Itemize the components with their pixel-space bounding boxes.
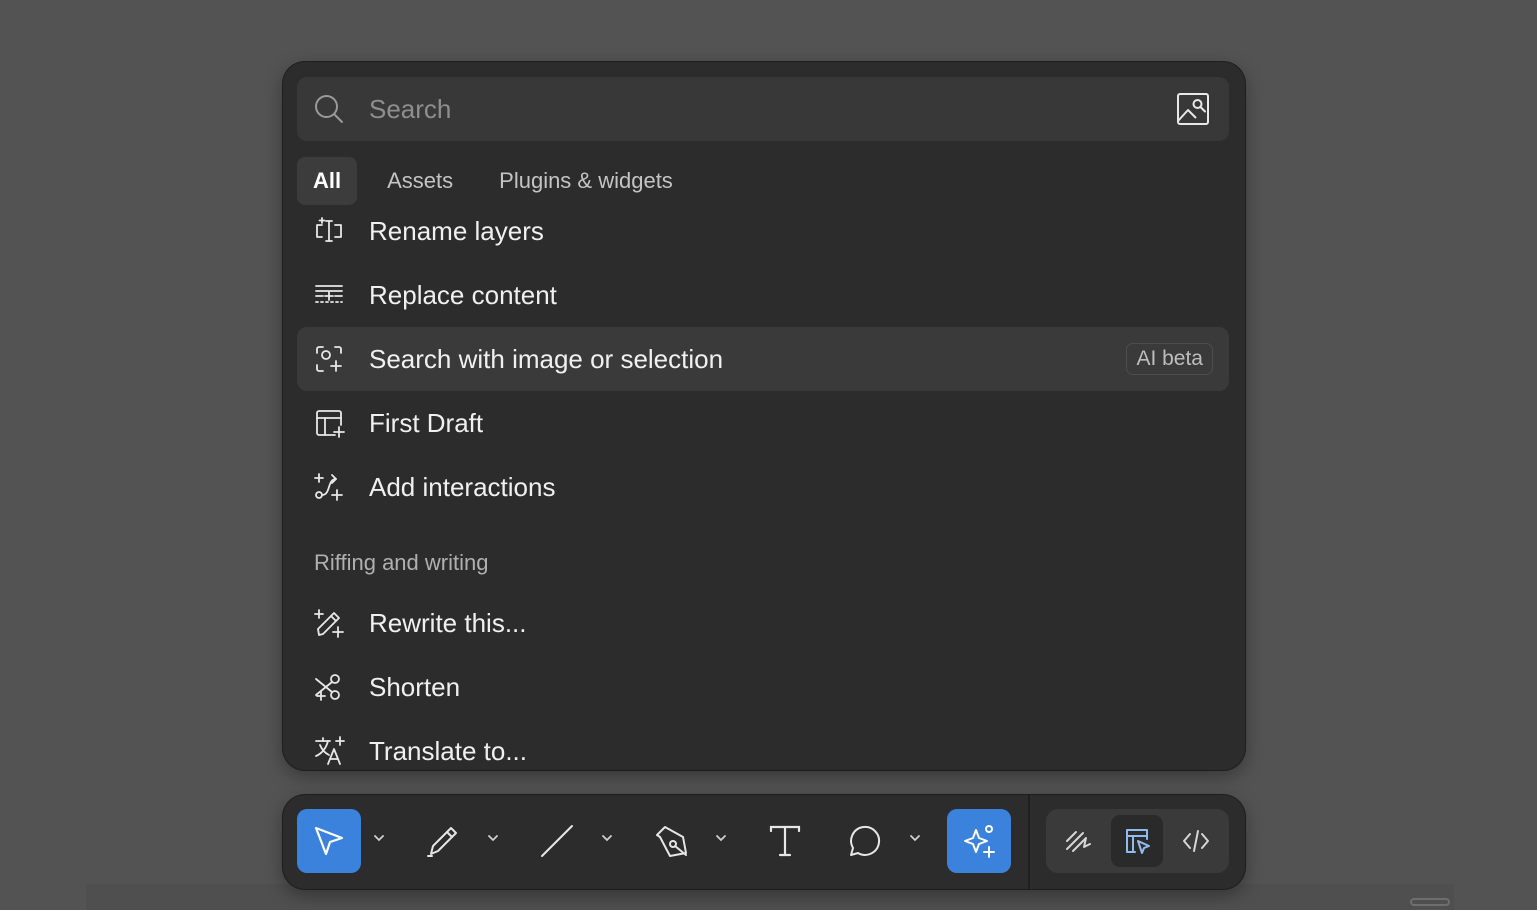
action-label: Search with image or selection <box>369 344 724 374</box>
line-icon <box>541 825 573 857</box>
action-label: Translate to... <box>369 736 527 766</box>
chevron-down-icon <box>602 835 612 842</box>
rewrite-wand-icon <box>314 609 344 638</box>
mode-switcher <box>1046 809 1229 873</box>
pencil-icon <box>427 827 457 857</box>
pencil-tool-button[interactable] <box>411 809 475 873</box>
ai-actions-button[interactable] <box>947 809 1011 873</box>
dev-mode-button[interactable] <box>1170 815 1222 867</box>
action-rename-layers[interactable]: Rename layers <box>297 199 1229 263</box>
replace-content-icon <box>315 285 343 303</box>
visual-search-icon <box>316 346 342 372</box>
image-search-icon[interactable] <box>1175 91 1211 127</box>
action-replace-content[interactable]: Replace content <box>297 263 1229 327</box>
interactions-icon <box>314 473 343 501</box>
comment-tool-chevron[interactable] <box>908 831 922 845</box>
ai-beta-badge: AI beta <box>1126 343 1213 375</box>
tab-assets[interactable]: Assets <box>371 157 469 205</box>
line-tool-button[interactable] <box>525 809 589 873</box>
move-tool-button[interactable] <box>297 809 361 873</box>
pencil-tool-chevron[interactable] <box>486 831 500 845</box>
filter-tabs: All Assets Plugins & widgets <box>297 157 703 205</box>
scroll-indicator[interactable] <box>1410 898 1450 906</box>
translate-icon <box>315 736 345 765</box>
draw-icon <box>1066 831 1091 852</box>
draw-mode-button[interactable] <box>1052 815 1104 867</box>
move-tool-chevron[interactable] <box>372 831 386 845</box>
action-label: Add interactions <box>369 472 556 502</box>
bottom-toolbar <box>283 795 1245 889</box>
design-icon <box>1126 829 1150 854</box>
text-tool-button[interactable] <box>753 809 817 873</box>
action-label: First Draft <box>369 408 484 438</box>
action-first-draft[interactable]: First Draft <box>297 391 1229 455</box>
action-shorten[interactable]: Shorten <box>297 655 1229 719</box>
pen-tool-button[interactable] <box>639 809 703 873</box>
line-tool-chevron[interactable] <box>600 831 614 845</box>
search-input[interactable] <box>369 77 1149 141</box>
cursor-icon <box>314 826 344 856</box>
toolbar-divider <box>1028 795 1030 889</box>
action-label: Shorten <box>369 672 461 702</box>
tab-all[interactable]: All <box>297 157 358 205</box>
sparkle-icon <box>964 825 995 858</box>
action-label: Rename layers <box>369 216 544 246</box>
section-heading-riffing: Riffing and writing <box>314 550 489 575</box>
text-icon <box>769 825 801 857</box>
first-draft-icon <box>316 410 345 438</box>
design-mode-button[interactable] <box>1111 815 1163 867</box>
actions-panel: All Assets Plugins & widgets Rename laye… <box>283 62 1245 770</box>
chevron-down-icon <box>910 835 920 842</box>
pen-tool-chevron[interactable] <box>714 831 728 845</box>
action-label: Rewrite this... <box>369 608 527 638</box>
action-add-interactions[interactable]: Add interactions <box>297 455 1229 519</box>
pen-nib-icon <box>656 826 687 857</box>
action-label: Replace content <box>369 280 557 310</box>
chevron-down-icon <box>374 835 384 842</box>
chevron-down-icon <box>716 835 726 842</box>
action-search-with-image[interactable]: Search with image or selection AI beta <box>297 327 1229 391</box>
shorten-scissors-icon <box>315 674 340 701</box>
search-bar <box>297 77 1229 141</box>
action-rewrite[interactable]: Rewrite this... <box>297 591 1229 655</box>
rename-icon <box>316 217 342 242</box>
code-icon <box>1183 830 1209 852</box>
chevron-down-icon <box>488 835 498 842</box>
comment-tool-button[interactable] <box>833 809 897 873</box>
action-translate[interactable]: Translate to... <box>297 719 1229 770</box>
comment-icon <box>850 825 881 856</box>
actions-list: Rename layers Replace content Search wit… <box>297 199 1229 770</box>
tab-plugins-widgets[interactable]: Plugins & widgets <box>483 157 689 205</box>
search-icon <box>315 95 343 123</box>
